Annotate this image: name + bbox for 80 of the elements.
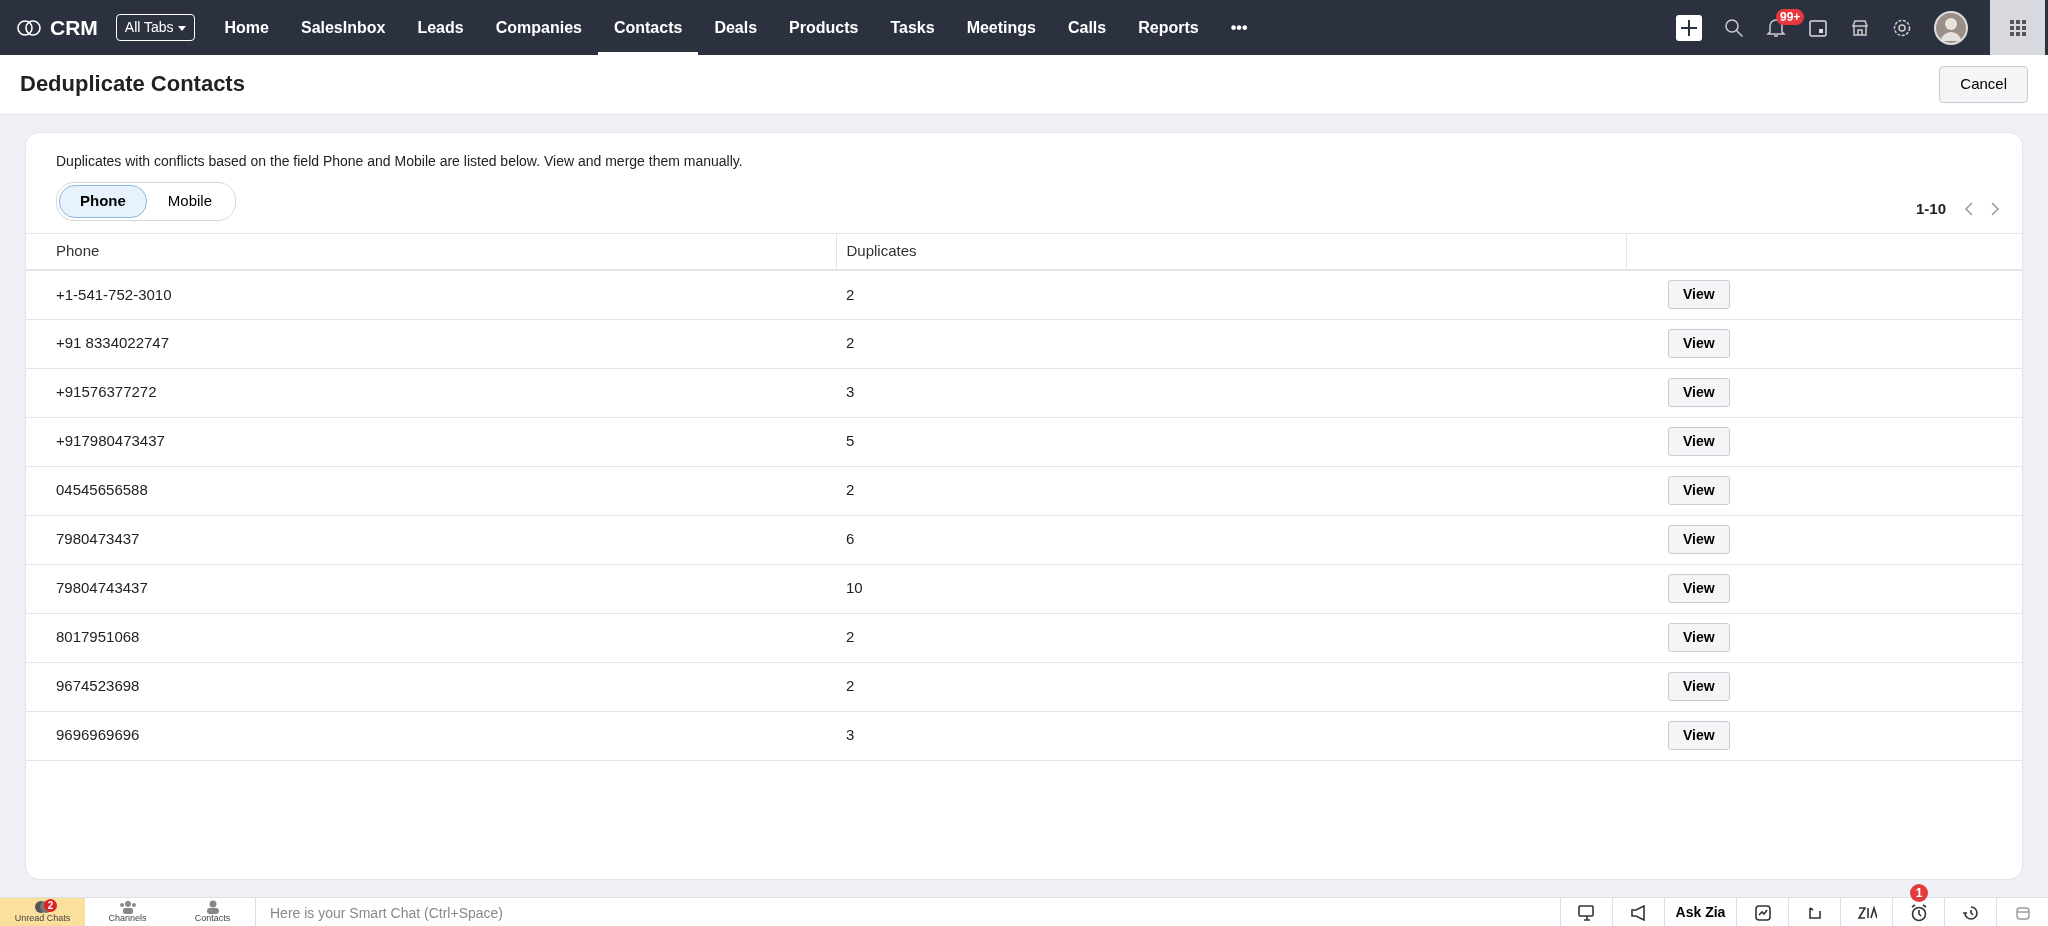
apps-grid-icon[interactable] bbox=[2009, 19, 2026, 36]
table-cell: 5 bbox=[836, 417, 1626, 466]
next-page-icon[interactable] bbox=[1991, 202, 2000, 217]
bottom-tab[interactable]: Unread Chats 2 bbox=[0, 897, 85, 926]
table-cell: 04545656588 bbox=[26, 466, 836, 515]
unread-badge: 2 bbox=[44, 899, 57, 912]
nav-tab[interactable]: Meetings bbox=[950, 0, 1052, 55]
column-header: Duplicates bbox=[836, 233, 1626, 270]
toggle-option[interactable]: Mobile bbox=[146, 185, 234, 218]
page-title: Deduplicate Contacts bbox=[20, 71, 245, 98]
nav-tab[interactable]: Leads bbox=[401, 0, 480, 55]
table-cell: 2 bbox=[836, 613, 1626, 662]
nav-tab[interactable]: Companies bbox=[479, 0, 598, 55]
table-cell: 9696969696 bbox=[26, 711, 836, 760]
table-cell: +91 8334022747 bbox=[26, 319, 836, 368]
table-cell: 2 bbox=[836, 662, 1626, 711]
megaphone-icon bbox=[1629, 904, 1648, 921]
nav-tab[interactable]: Products bbox=[773, 0, 875, 55]
table-cell: 2 bbox=[836, 466, 1626, 515]
curved-arrow-icon bbox=[1806, 904, 1823, 921]
more-tabs-button[interactable]: ••• bbox=[1214, 0, 1264, 55]
table-cell: 9674523698 bbox=[26, 662, 836, 711]
table-cell: 3 bbox=[836, 368, 1626, 417]
view-button[interactable]: View bbox=[1668, 280, 1730, 310]
view-button[interactable]: View bbox=[1668, 721, 1730, 750]
view-button[interactable]: View bbox=[1668, 329, 1730, 358]
search-icon[interactable] bbox=[1724, 17, 1744, 38]
nav-tab[interactable]: SalesInbox bbox=[284, 0, 402, 55]
bottom-tab[interactable]: Channels bbox=[85, 897, 170, 926]
page-range: 1-10 bbox=[1915, 199, 1946, 219]
alarm-clock-icon bbox=[1909, 903, 1928, 922]
avatar[interactable] bbox=[1934, 10, 1968, 45]
calendar-icon[interactable] bbox=[1808, 17, 1828, 38]
caret-icon bbox=[177, 25, 186, 31]
view-button[interactable]: View bbox=[1668, 672, 1730, 701]
smart-chat-field[interactable]: Here is your Smart Chat (Ctrl+Space) bbox=[255, 897, 1560, 926]
add-icon[interactable] bbox=[1676, 14, 1702, 41]
table-cell: +917980473437 bbox=[26, 417, 836, 466]
view-button[interactable]: View bbox=[1668, 476, 1730, 505]
view-button[interactable]: View bbox=[1668, 427, 1730, 456]
notification-badge: 99+ bbox=[1776, 8, 1805, 25]
view-button[interactable]: View bbox=[1668, 378, 1730, 407]
history-icon bbox=[1961, 903, 1980, 922]
cancel-button[interactable]: Cancel bbox=[1939, 66, 2028, 103]
table-cell: 6 bbox=[836, 515, 1626, 564]
previous-page-icon[interactable] bbox=[1964, 202, 1973, 217]
bottom-tab[interactable]: Contacts bbox=[170, 897, 255, 926]
chart-icon bbox=[1754, 904, 1771, 921]
table-cell: 3 bbox=[836, 711, 1626, 760]
zia-icon bbox=[1856, 904, 1877, 921]
description-text: Duplicates with conflicts based on the field Phone and Mobile are listed below. View and merge them manually. bbox=[55, 152, 744, 171]
table-cell: +91576377272 bbox=[26, 368, 836, 417]
reminder-badge: 1 bbox=[1910, 884, 1928, 902]
table-cell: 8017951068 bbox=[26, 613, 836, 662]
view-button[interactable]: View bbox=[1668, 623, 1730, 652]
view-button[interactable]: View bbox=[1668, 525, 1730, 554]
ask-zia-button[interactable]: Ask Zia bbox=[1664, 898, 1736, 926]
table-cell: 10 bbox=[836, 564, 1626, 613]
nav-tab[interactable]: Tasks bbox=[874, 0, 951, 55]
all-tabs-dropdown[interactable]: All Tabs bbox=[115, 14, 195, 41]
chat-tab-icon bbox=[118, 900, 137, 914]
toggle-option[interactable]: Phone bbox=[59, 185, 147, 218]
nav-tab[interactable]: Reports bbox=[1122, 0, 1215, 55]
view-button[interactable]: View bbox=[1668, 574, 1730, 603]
brand-name: CRM bbox=[50, 14, 98, 41]
nav-tab[interactable]: Deals bbox=[698, 0, 774, 55]
settings-icon[interactable] bbox=[1892, 17, 1912, 38]
logo-icon bbox=[16, 17, 42, 38]
table-cell: 7980473437 bbox=[26, 515, 836, 564]
screen-share-icon bbox=[1577, 904, 1596, 921]
store-icon[interactable] bbox=[1850, 17, 1870, 38]
table-cell: 2 bbox=[836, 319, 1626, 368]
nav-tab[interactable]: Calls bbox=[1051, 0, 1123, 55]
table-cell: +1-541-752-3010 bbox=[26, 270, 836, 319]
column-header: Phone bbox=[26, 233, 836, 270]
nav-tab[interactable]: Home bbox=[208, 0, 285, 55]
table-cell: 79804743437 bbox=[26, 564, 836, 613]
tray-icon bbox=[2014, 904, 2031, 921]
table-cell: 2 bbox=[836, 270, 1626, 319]
chat-tab-icon bbox=[205, 900, 220, 914]
